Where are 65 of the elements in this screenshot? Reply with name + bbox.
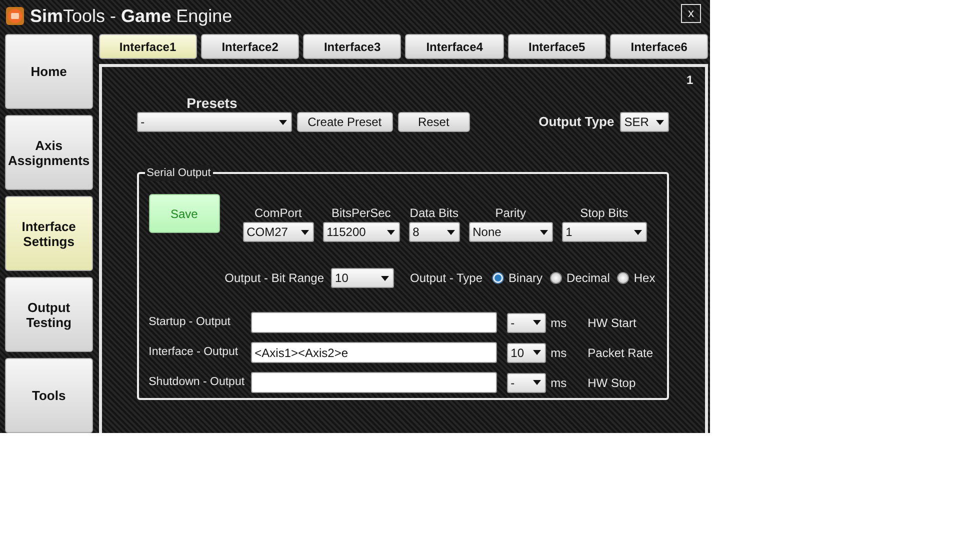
setting-label: Stop Bits <box>580 205 628 222</box>
text-field[interactable] <box>250 372 497 393</box>
caret-icon <box>300 230 309 234</box>
window-title: SimTools - Game Engine <box>30 4 232 28</box>
caret-icon <box>634 230 642 234</box>
output-label: Interface - Output <box>148 344 240 360</box>
caret-icon <box>381 276 390 280</box>
preset-button[interactable]: Reset <box>398 112 470 132</box>
caret-icon <box>656 120 664 124</box>
close-button[interactable]: x <box>681 4 701 22</box>
tab[interactable]: Interface6 <box>610 34 708 59</box>
caret-icon <box>532 350 541 355</box>
dropdown[interactable]: 10 <box>506 342 546 362</box>
output-note: Packet Rate <box>588 344 654 362</box>
setting-label: ComPort <box>254 205 302 222</box>
sidebar-button[interactable]: Tools <box>5 358 93 433</box>
dropdown[interactable]: - <box>136 112 292 132</box>
radio-option[interactable]: Decimal <box>550 269 610 287</box>
tab[interactable]: Interface5 <box>508 34 606 59</box>
dropdown[interactable]: - <box>506 312 546 332</box>
output-note: HW Stop <box>588 374 636 392</box>
sidebar-button[interactable]: Output Testing <box>5 277 93 352</box>
dropdown[interactable]: COM27 <box>242 222 314 242</box>
radio-option[interactable]: Hex <box>616 269 656 287</box>
setting-label: BitsPerSec <box>331 205 391 222</box>
setting-label: Data Bits <box>410 205 458 222</box>
presets-label: Presets <box>186 95 238 111</box>
tab[interactable]: Interface4 <box>405 34 504 59</box>
preset-button[interactable]: Create Preset <box>296 112 393 132</box>
tab[interactable]: Interface3 <box>303 34 402 59</box>
unit-label: ms <box>550 374 567 392</box>
caret-icon <box>386 230 395 234</box>
page-number: 1 <box>686 73 694 87</box>
dropdown[interactable]: 8 <box>408 222 460 242</box>
caret-icon <box>532 380 541 385</box>
text-field[interactable]: <Axis1><Axis2>e <box>250 342 497 363</box>
sidebar-button[interactable]: Interface Settings <box>5 196 93 271</box>
sidebar-button[interactable]: Axis Assignments <box>5 115 93 190</box>
output-note: HW Start <box>588 314 636 332</box>
dropdown[interactable]: 115200 <box>322 222 400 242</box>
dropdown[interactable]: 10 <box>331 268 394 288</box>
output-label: Startup - Output <box>148 314 232 330</box>
caret-icon <box>446 230 455 234</box>
caret-icon <box>278 120 287 124</box>
group-title: Serial Output <box>144 165 213 181</box>
dropdown[interactable]: - <box>506 372 546 392</box>
setting-label: Parity <box>495 205 526 222</box>
bit-range-label: Output - Bit Range <box>224 270 324 287</box>
app-logo-icon <box>6 7 24 25</box>
output-label: Shutdown - Output <box>148 374 246 390</box>
tab[interactable]: Interface1 <box>98 34 197 59</box>
unit-label: ms <box>550 314 567 332</box>
unit-label: ms <box>550 344 567 362</box>
save-button[interactable]: Save <box>148 194 220 233</box>
dropdown[interactable]: None <box>468 222 553 242</box>
output-type-label: Output Type <box>538 113 614 132</box>
text-field[interactable] <box>250 312 497 333</box>
sidebar-button[interactable]: Home <box>5 34 93 109</box>
caret-icon <box>532 320 541 325</box>
tab[interactable]: Interface2 <box>200 34 300 59</box>
caret-icon <box>540 230 548 234</box>
dropdown[interactable]: 1 <box>562 222 647 242</box>
output-type-label: Output - Type <box>410 270 483 287</box>
radio-option[interactable]: Binary <box>492 269 543 287</box>
dropdown[interactable]: SER <box>620 112 670 132</box>
